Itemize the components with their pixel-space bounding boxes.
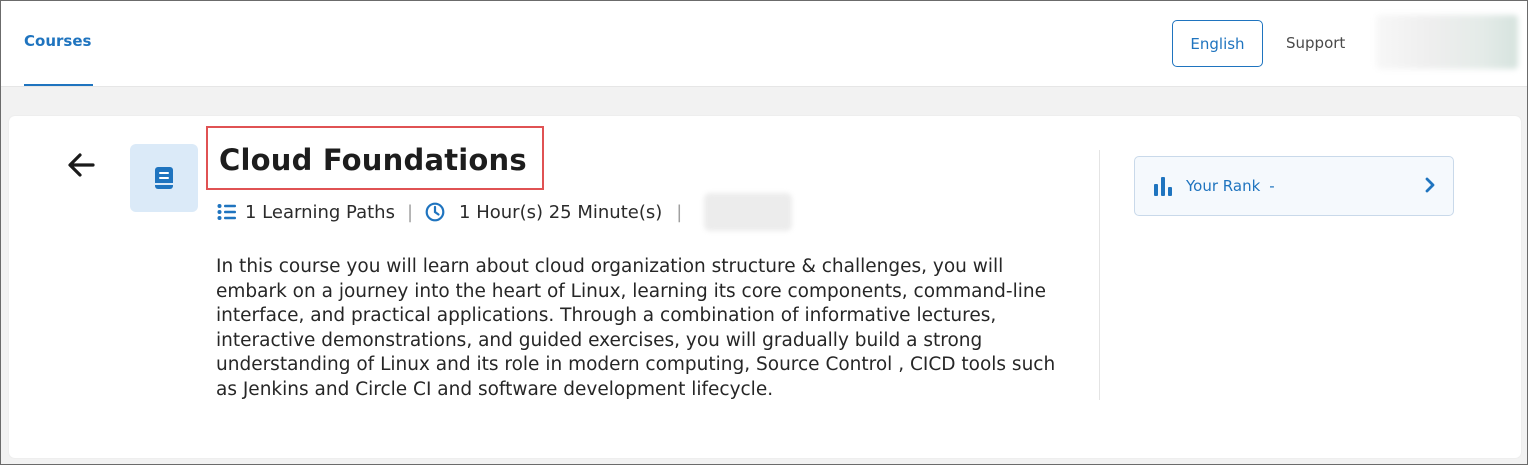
rank-value: - — [1269, 177, 1275, 195]
course-title: Cloud Foundations — [219, 143, 527, 177]
rank-label: Your Rank — [1186, 177, 1261, 195]
tab-courses[interactable]: Courses — [24, 32, 91, 50]
your-rank-button[interactable]: Your Rank - — [1134, 156, 1454, 216]
clock-icon — [425, 202, 445, 222]
bar-chart-icon — [1154, 177, 1172, 196]
course-description: In this course you will learn about clou… — [216, 256, 1056, 400]
chevron-right-icon — [1425, 177, 1435, 193]
redacted-meta — [704, 193, 793, 231]
course-meta: 1 Learning Paths | 1 Hour(s) 25 Minute(s… — [217, 193, 793, 231]
duration-meta: 1 Hour(s) 25 Minute(s) — [425, 202, 662, 223]
learning-paths-meta: 1 Learning Paths — [217, 202, 395, 223]
meta-separator: | — [406, 201, 414, 223]
learning-paths-text: 1 Learning Paths — [245, 201, 395, 223]
user-profile-menu[interactable] — [1376, 15, 1518, 69]
vertical-divider — [1099, 150, 1100, 400]
book-icon — [155, 167, 173, 189]
course-detail-card: Cloud Foundations 1 Learning Paths | 1 H… — [9, 116, 1521, 458]
language-button[interactable]: English — [1172, 20, 1263, 67]
arrow-left-icon[interactable] — [67, 152, 95, 178]
active-tab-indicator — [24, 84, 93, 86]
list-icon — [217, 204, 236, 220]
course-icon-container — [130, 144, 198, 212]
duration-text: 1 Hour(s) 25 Minute(s) — [459, 201, 663, 223]
support-link[interactable]: Support — [1286, 34, 1345, 52]
meta-separator: | — [676, 201, 683, 223]
top-nav-bar: Courses English Support — [1, 1, 1527, 87]
course-title-highlight: Cloud Foundations — [206, 126, 544, 190]
